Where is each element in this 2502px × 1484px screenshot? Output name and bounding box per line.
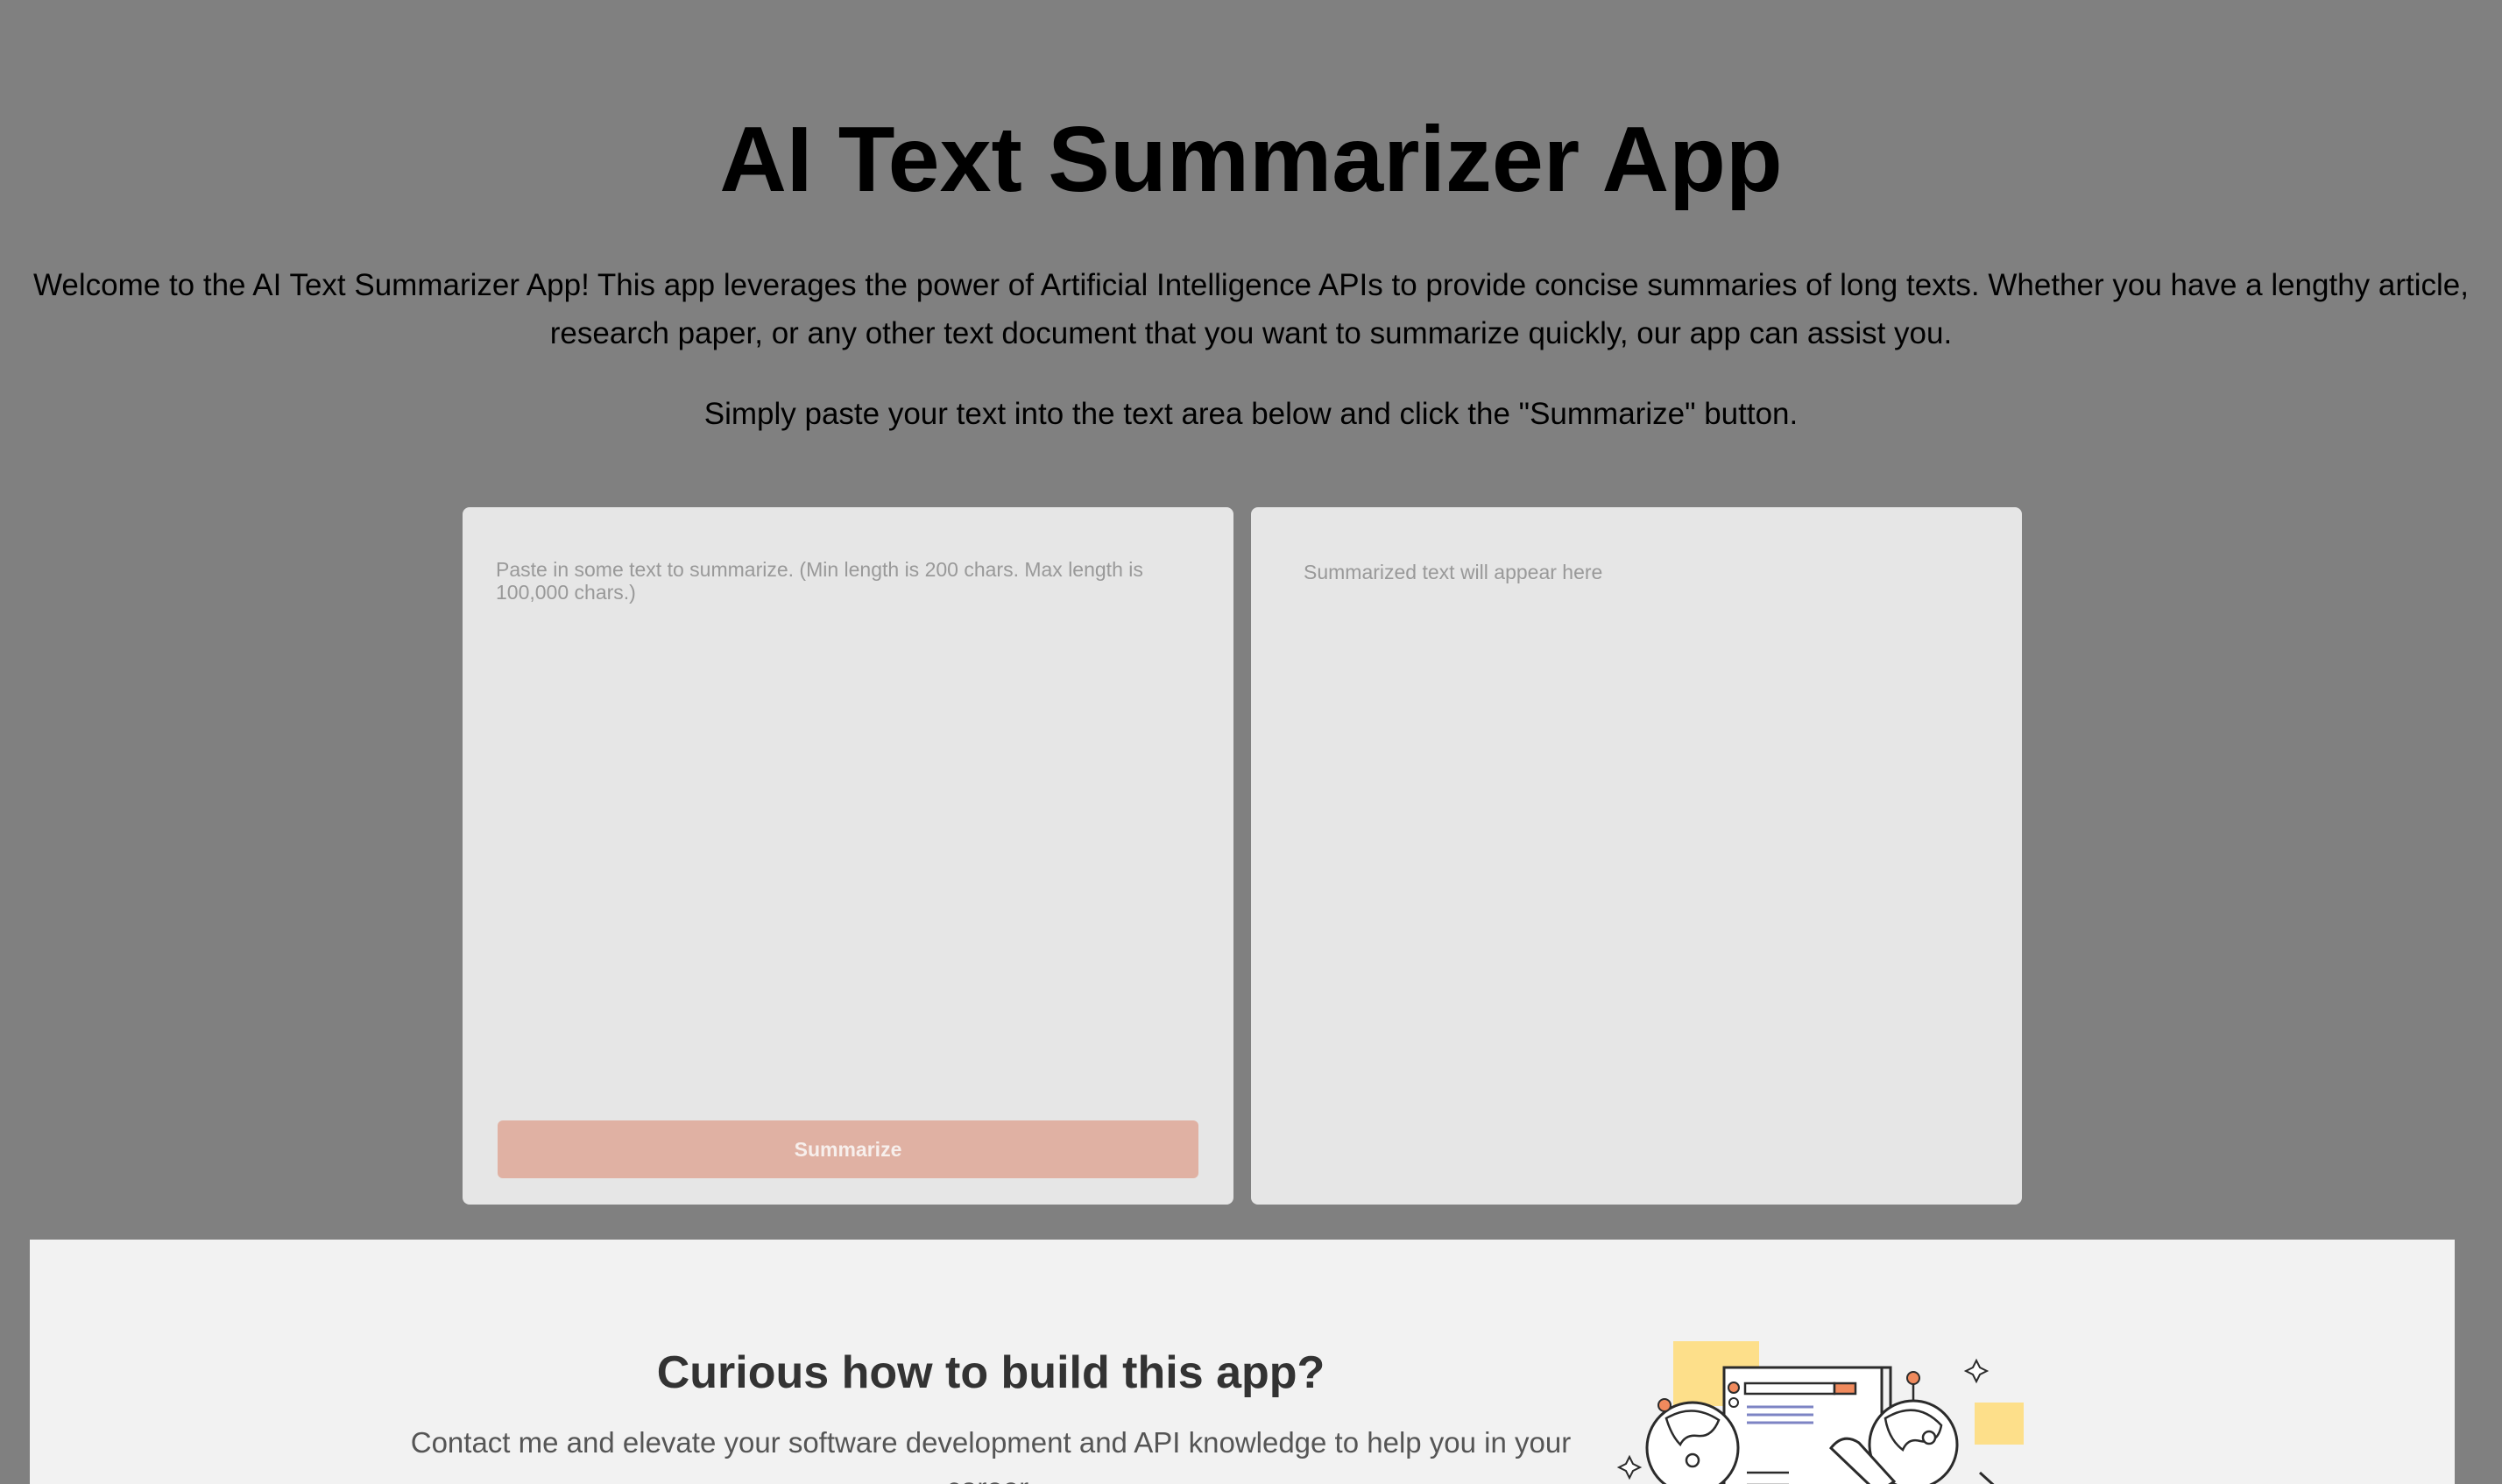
summarize-button[interactable]: Summarize bbox=[498, 1120, 1198, 1178]
cta-section: Curious how to build this app? Contact m… bbox=[30, 1240, 2455, 1484]
cta-text: Contact me and elevate your software dev… bbox=[410, 1426, 1572, 1484]
people-reading-document-illustration-icon bbox=[1616, 1341, 2024, 1484]
text-to-summarize-input[interactable] bbox=[496, 558, 1204, 1040]
input-panel: Summarize bbox=[463, 507, 1233, 1205]
output-panel: Summarized text will appear here bbox=[1251, 507, 2022, 1205]
intro-text: Welcome to the AI Text Summarizer App! T… bbox=[32, 268, 2469, 350]
instruction-text: Simply paste your text into the text are… bbox=[703, 397, 1799, 431]
page-title: AI Text Summarizer App bbox=[719, 108, 1783, 211]
summary-output-placeholder: Summarized text will appear here bbox=[1304, 561, 1603, 583]
